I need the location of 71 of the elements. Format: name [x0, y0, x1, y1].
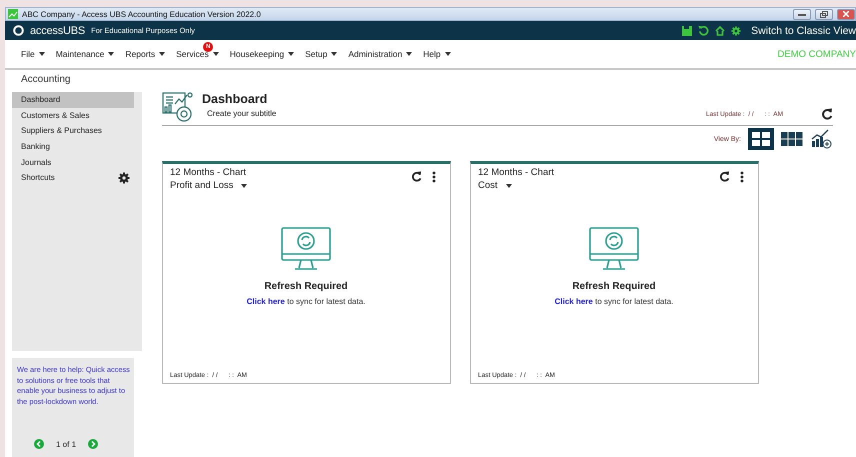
restore-icon — [820, 10, 828, 18]
close-icon — [843, 11, 849, 17]
report-selector[interactable]: Cost — [478, 180, 554, 191]
sidebar-item[interactable]: Banking — [12, 138, 134, 154]
caret-icon — [241, 184, 248, 188]
logo-ring-icon — [13, 25, 24, 36]
company-name: DEMO COMPANY — [778, 48, 856, 60]
home-icon[interactable] — [715, 26, 726, 36]
more-icon[interactable] — [432, 171, 436, 183]
caret-icon — [406, 52, 412, 56]
sync-message: Click here to sync for latest data. — [554, 297, 674, 306]
monitor-sync-icon — [589, 227, 639, 271]
page-subtitle: Create your subtitle — [207, 109, 278, 118]
minimize-icon — [798, 12, 806, 16]
menu-item[interactable]: Reports — [125, 49, 166, 59]
view-option-button[interactable] — [811, 129, 833, 149]
menu-item[interactable]: Housekeeping — [230, 49, 294, 59]
next-icon[interactable] — [88, 439, 98, 449]
card-title: 12 Months - Chart — [170, 167, 248, 178]
settings-icon — [118, 172, 130, 184]
brand-logo: accessUBS — [30, 24, 86, 36]
sidebar-item[interactable]: Journals — [12, 154, 134, 170]
refresh-icon[interactable] — [821, 108, 833, 120]
sidebar-item[interactable]: Dashboard — [12, 92, 134, 108]
sync-message: Click here to sync for latest data. — [246, 297, 366, 306]
caret-icon — [38, 52, 45, 56]
caret-icon — [212, 52, 219, 56]
menu-item[interactable]: Maintenance — [56, 49, 114, 59]
dashboard-icon — [162, 91, 194, 123]
caret-icon — [108, 52, 114, 56]
refresh-icon[interactable] — [719, 171, 730, 182]
card-title: 12 Months - Chart — [478, 167, 554, 178]
status-title: Refresh Required — [264, 281, 348, 292]
click-here-link[interactable]: Click here — [554, 297, 593, 306]
view-option-button[interactable] — [781, 132, 803, 146]
previous-icon[interactable] — [34, 439, 44, 449]
status-title: Refresh Required — [572, 281, 656, 292]
caret-icon — [506, 184, 512, 188]
window-title: ABC Company - Access UBS Accounting Education Version 2022.0 — [22, 10, 262, 18]
menu-item[interactable]: Setup — [305, 49, 338, 59]
chart-add-icon — [811, 129, 833, 149]
menu-item[interactable]: Administration — [348, 49, 412, 59]
caret-icon — [288, 52, 294, 56]
restore-button[interactable] — [815, 8, 833, 20]
app-icon — [8, 9, 18, 19]
refresh-icon[interactable] — [411, 171, 422, 182]
save-icon[interactable] — [682, 26, 692, 36]
report-selector[interactable]: Profit and Loss — [170, 180, 248, 191]
page-counter: 1 of 1 — [56, 440, 76, 448]
close-button[interactable] — [837, 8, 855, 20]
small-grid-icon — [781, 132, 803, 146]
caret-icon — [331, 52, 338, 56]
menu-item[interactable]: Help — [423, 49, 451, 59]
classic-view-link[interactable]: Switch to Classic View — [747, 24, 856, 36]
minimize-button[interactable] — [793, 8, 811, 20]
caret-icon — [159, 52, 166, 56]
sidebar-item[interactable]: Suppliers & Purchases — [12, 123, 134, 139]
menu-item[interactable]: File — [21, 49, 45, 59]
menu-item[interactable]: Services — [176, 49, 219, 59]
monitor-sync-icon — [281, 227, 331, 271]
sidebar-item[interactable]: Customers & Sales — [12, 108, 134, 124]
large-grid-icon — [749, 129, 773, 149]
section-title: Accounting — [20, 73, 72, 87]
caret-icon — [444, 52, 451, 56]
click-here-link[interactable]: Click here — [246, 297, 285, 306]
view-option-button[interactable] — [749, 129, 773, 149]
settings-icon[interactable] — [731, 26, 742, 36]
refresh-icon[interactable] — [698, 25, 710, 36]
page-title: Dashboard — [202, 92, 268, 106]
more-icon[interactable] — [740, 171, 744, 183]
sidebar-item[interactable]: Shortcuts — [12, 170, 134, 186]
